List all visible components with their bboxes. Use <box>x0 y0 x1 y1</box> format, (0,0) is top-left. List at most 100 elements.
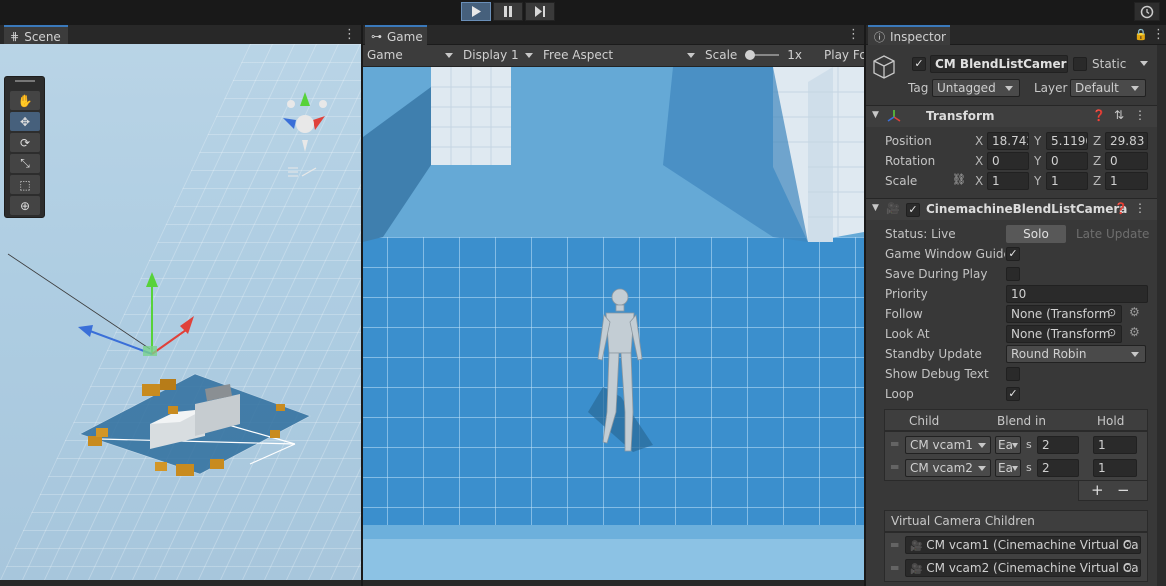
help-icon[interactable]: ❓ <box>1114 202 1128 215</box>
drag-handle-icon[interactable]: ═ <box>891 561 898 575</box>
game-viewport[interactable] <box>363 67 864 580</box>
inspector-scrollbar[interactable] <box>1157 45 1166 586</box>
scale-y-field[interactable]: 1 <box>1046 172 1088 190</box>
transform-icon: ⊕ <box>19 198 31 213</box>
game-window-guides-checkbox[interactable]: ✓ <box>1006 247 1020 261</box>
transform-header[interactable]: ▼ Transform ❓ ⇅ ⋮ <box>866 105 1166 127</box>
hand-tool-button[interactable]: ✋ <box>10 91 40 110</box>
hold-field[interactable]: 1 <box>1093 436 1137 454</box>
blend-style-dropdown[interactable]: Ea <box>995 436 1021 454</box>
drag-handle-icon[interactable]: ═ <box>891 460 898 474</box>
blend-style-dropdown[interactable]: Ea <box>995 459 1021 477</box>
position-z-field[interactable]: 29.83 <box>1105 132 1148 150</box>
history-button[interactable] <box>1134 2 1160 21</box>
history-icon <box>1140 5 1154 18</box>
tab-scene[interactable]: ⋕ Scene <box>4 25 68 45</box>
solo-button[interactable]: Solo <box>1006 225 1066 243</box>
blend-time-field[interactable]: 2 <box>1037 459 1079 477</box>
rotation-label: Rotation <box>885 154 936 168</box>
vcam-child-field[interactable]: 🎥 CM vcam1 (Cinemachine Virtual Ca <box>905 536 1141 554</box>
aspect-dropdown[interactable]: Free Aspect <box>543 46 695 64</box>
scale-z-field[interactable]: 1 <box>1105 172 1148 190</box>
scene-menu-icon[interactable]: ⋮ <box>343 27 356 42</box>
blend-time-field[interactable]: 2 <box>1037 436 1079 454</box>
add-item-button[interactable]: + <box>1091 481 1104 499</box>
follow-field[interactable]: None (Transform <box>1006 305 1122 323</box>
scale-slider[interactable]: Scale 1x <box>705 46 805 64</box>
static-dropdown[interactable] <box>1134 55 1148 69</box>
child-dropdown[interactable]: CM vcam2 <box>905 459 991 477</box>
drag-handle-icon[interactable]: ═ <box>891 437 898 451</box>
scale-x-field[interactable]: 1 <box>987 172 1029 190</box>
rotation-z-field[interactable]: 0 <box>1105 152 1148 170</box>
hold-field[interactable]: 1 <box>1093 459 1137 477</box>
lock-icon[interactable]: 🔒 <box>1134 28 1148 41</box>
object-picker-icon[interactable]: ⊙ <box>1123 561 1132 574</box>
look-at-picker-icon[interactable]: ⊙ <box>1107 326 1116 339</box>
scale-slider-thumb[interactable] <box>745 50 756 60</box>
look-at-settings-icon[interactable]: ⚙ <box>1129 325 1140 339</box>
position-y-field[interactable]: 5.1196 <box>1046 132 1088 150</box>
gameobject-active-checkbox[interactable]: ✓ <box>912 57 926 71</box>
standby-update-dropdown[interactable]: Round Robin <box>1006 345 1146 363</box>
look-at-field[interactable]: None (Transform <box>1006 325 1122 343</box>
constrain-proportions-icon[interactable]: ⛓ <box>952 173 966 186</box>
object-picker-icon[interactable]: ⊙ <box>1123 538 1132 551</box>
child-dropdown[interactable]: CM vcam1 <box>905 436 991 454</box>
presets-icon[interactable]: ⇅ <box>1114 108 1124 122</box>
remove-item-button[interactable]: − <box>1117 481 1130 499</box>
layer-dropdown[interactable]: Default <box>1070 79 1146 97</box>
scale-slider-track[interactable] <box>745 50 780 60</box>
show-debug-text-checkbox[interactable] <box>1006 367 1020 381</box>
inspector-menu-icon[interactable]: ⋮ <box>1152 27 1165 42</box>
blendlist-menu-icon[interactable]: ⋮ <box>1134 201 1146 215</box>
tag-dropdown[interactable]: Untagged <box>932 79 1020 97</box>
transform-menu-icon[interactable]: ⋮ <box>1134 108 1146 122</box>
pause-button[interactable] <box>493 2 523 21</box>
follow-picker-icon[interactable]: ⊙ <box>1107 306 1116 319</box>
static-label: Static <box>1092 57 1127 71</box>
drag-handle-icon[interactable]: ═ <box>891 538 898 552</box>
move-arrows-icon: ✥ <box>19 114 31 129</box>
tab-game[interactable]: ⊶ Game <box>365 25 427 45</box>
display-dropdown[interactable]: Display 1 <box>463 46 535 64</box>
gameobject-name-field[interactable]: CM BlendListCamera1 <box>930 55 1068 73</box>
scene-tool-palette: ✋ ✥ ⟳ ⤡ ⬚ ⊕ <box>4 76 45 218</box>
save-during-play-checkbox[interactable] <box>1006 267 1020 281</box>
blendlist-enabled-checkbox[interactable]: ✓ <box>906 203 920 217</box>
move-tool-button[interactable]: ✥ <box>10 112 40 131</box>
scale-tool-button[interactable]: ⤡ <box>10 154 40 173</box>
pause-icon <box>504 6 512 17</box>
info-icon: ⓘ <box>874 30 885 44</box>
foldout-arrow-icon[interactable]: ▼ <box>872 203 879 213</box>
position-x-field[interactable]: 18.742 <box>987 132 1029 150</box>
blendlist-header[interactable]: ▼ 🎥 ✓ CinemachineBlendListCamera ❓ ⋮ <box>866 198 1166 220</box>
step-button[interactable] <box>525 2 555 21</box>
play-button[interactable] <box>461 2 491 21</box>
orientation-gizmo <box>283 92 327 152</box>
play-focused-dropdown[interactable]: Play Fo <box>824 46 864 64</box>
rotation-y-field[interactable]: 0 <box>1046 152 1088 170</box>
help-icon[interactable]: ❓ <box>1092 109 1106 122</box>
game-window-guides-label: Game Window Guides <box>885 247 1005 261</box>
rotation-x-field[interactable]: 0 <box>987 152 1029 170</box>
standby-update-value: Round Robin <box>1011 347 1087 361</box>
vcam-child-label: CM vcam2 (Cinemachine Virtual Ca <box>926 561 1139 575</box>
tab-inspector[interactable]: ⓘ Inspector <box>868 25 950 45</box>
static-checkbox[interactable] <box>1073 57 1087 71</box>
scene-viewport[interactable]: ✋ ✥ ⟳ ⤡ ⬚ ⊕ <box>0 44 361 580</box>
vcam-child-field[interactable]: 🎥 CM vcam2 (Cinemachine Virtual Ca <box>905 559 1141 577</box>
transform-tool-button[interactable]: ⊕ <box>10 196 40 215</box>
game-mode-dropdown[interactable]: Game <box>367 46 453 64</box>
cinemachine-icon: 🎥 <box>910 541 923 552</box>
game-menu-icon[interactable]: ⋮ <box>847 27 860 42</box>
loop-checkbox[interactable]: ✓ <box>1006 387 1020 401</box>
priority-field[interactable]: 10 <box>1006 285 1148 303</box>
vcam-children-label: Virtual Camera Children <box>891 514 1035 528</box>
vcam-child-label: CM vcam1 (Cinemachine Virtual Ca <box>926 538 1139 552</box>
foldout-arrow-icon[interactable]: ▼ <box>872 110 879 120</box>
scale-y-axis: Y <box>1034 174 1042 188</box>
rect-tool-button[interactable]: ⬚ <box>10 175 40 194</box>
rotate-tool-button[interactable]: ⟳ <box>10 133 40 152</box>
follow-settings-icon[interactable]: ⚙ <box>1129 305 1140 319</box>
